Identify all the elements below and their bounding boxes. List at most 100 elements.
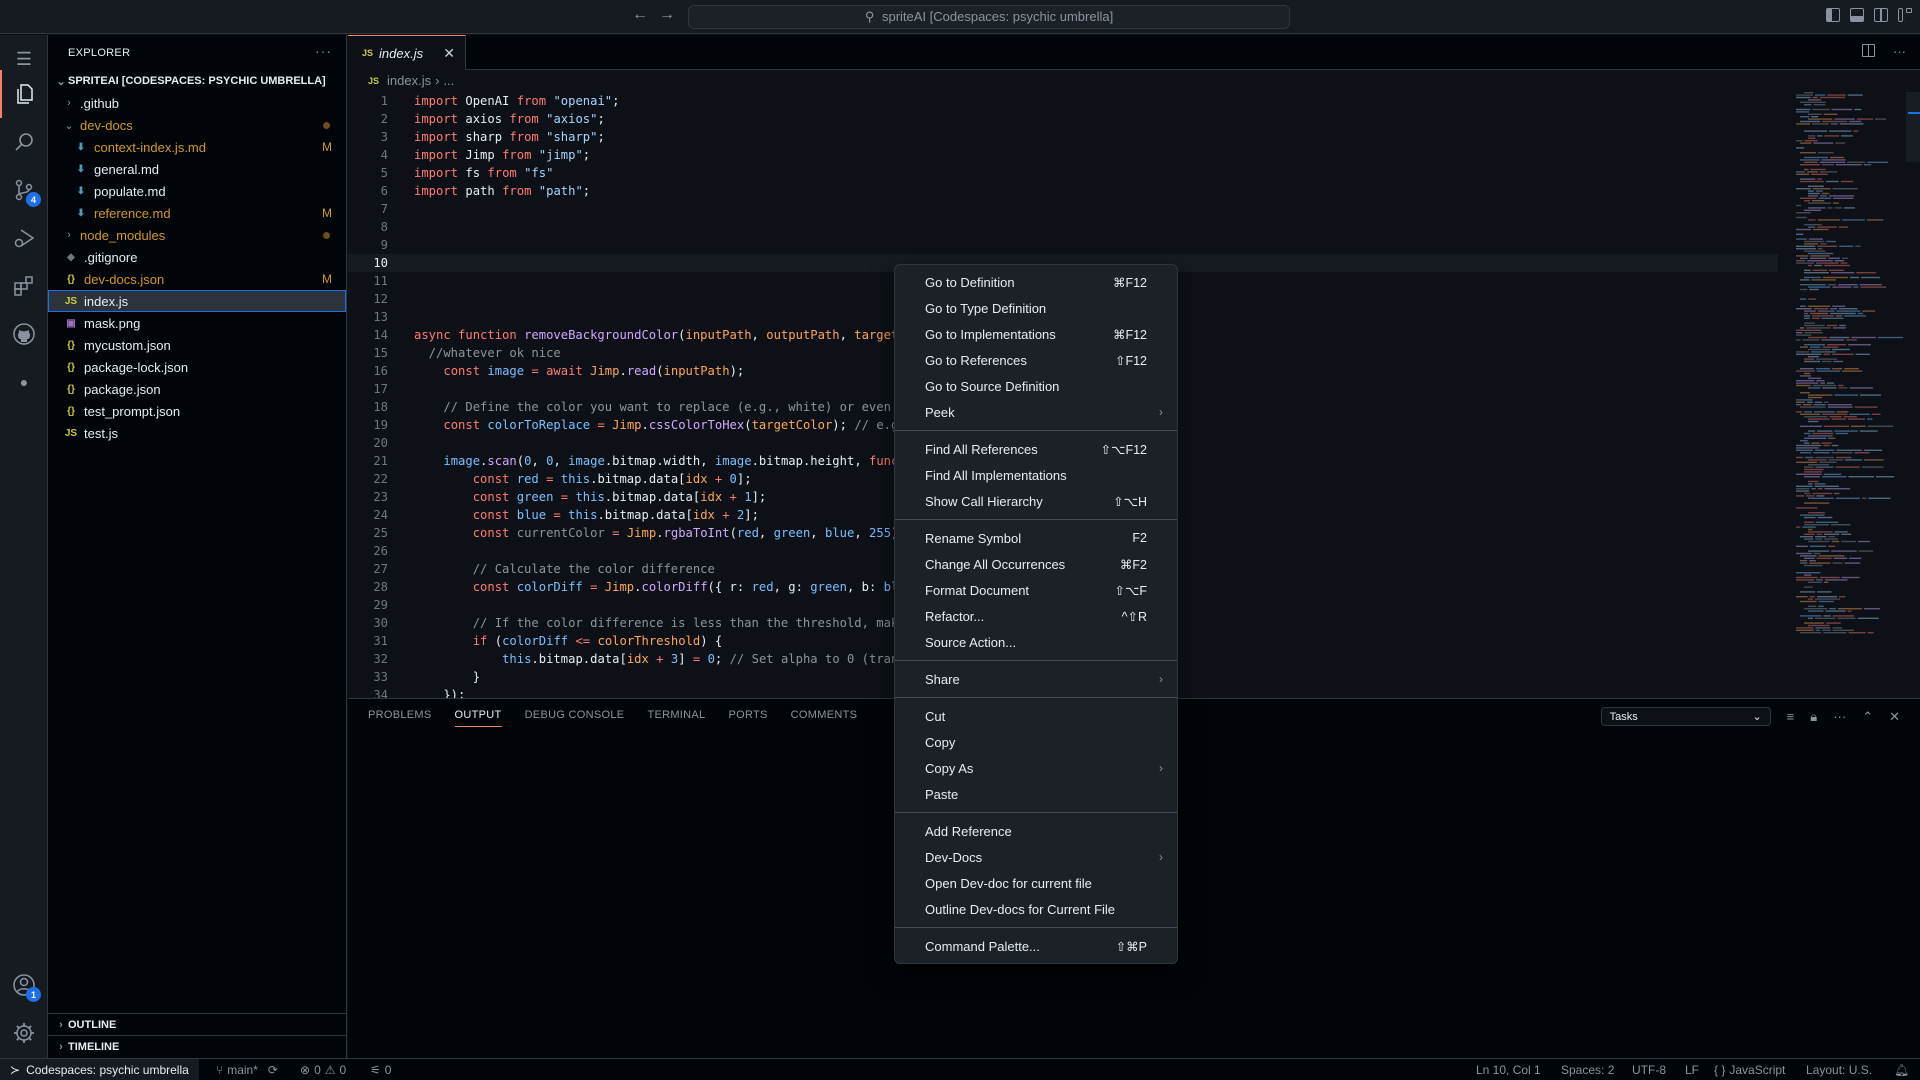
menu-item-refactor[interactable]: Refactor... ^⇧R bbox=[895, 603, 1177, 629]
timeline-section[interactable]: › TIMELINE bbox=[48, 1035, 347, 1057]
tree-file[interactable]: ⬇ context-index.js.md M bbox=[48, 136, 346, 158]
end-of-line[interactable]: LF bbox=[1685, 1059, 1699, 1080]
menu-item-find-all-implementations[interactable]: Find All Implementations bbox=[895, 462, 1177, 488]
tree-file[interactable]: ⬇ reference.md M bbox=[48, 202, 346, 224]
menu-item-find-all-references[interactable]: Find All References ⇧⌥F12 bbox=[895, 436, 1177, 462]
tree-file[interactable]: {} mycustom.json bbox=[48, 334, 346, 356]
panel-tab-terminal[interactable]: TERMINAL bbox=[647, 709, 705, 727]
customize-layout-icon[interactable] bbox=[1898, 8, 1912, 22]
explorer-more-actions-icon[interactable]: ··· bbox=[315, 43, 332, 59]
tree-file[interactable]: {} dev-docs.json M bbox=[48, 268, 346, 290]
forward-button[interactable]: → bbox=[659, 6, 675, 24]
tree-file[interactable]: ▣ mask.png bbox=[48, 312, 346, 334]
menu-item-add-reference[interactable]: Add Reference bbox=[895, 818, 1177, 844]
panel-tab-ports[interactable]: PORTS bbox=[728, 709, 767, 727]
activity-explorer[interactable] bbox=[0, 70, 48, 118]
activity-github[interactable] bbox=[0, 310, 48, 358]
tree-file[interactable]: {} package-lock.json bbox=[48, 356, 346, 378]
tree-file[interactable]: JS test.js bbox=[48, 422, 346, 444]
activity-search[interactable] bbox=[0, 118, 48, 166]
maximize-panel-icon[interactable]: ⌃ bbox=[1862, 709, 1873, 725]
breadcrumb-file[interactable]: index.js bbox=[387, 73, 431, 88]
problems-indicator[interactable]: ⊗ 0 ⚠ 0 bbox=[300, 1059, 346, 1080]
back-button[interactable]: ← bbox=[632, 6, 648, 24]
output-channel-select[interactable]: Tasks ⌄ bbox=[1600, 707, 1771, 726]
code-line[interactable]: 7 bbox=[348, 200, 1778, 218]
menu-item-rename-symbol[interactable]: Rename Symbol F2 bbox=[895, 525, 1177, 551]
activity-extensions[interactable] bbox=[0, 262, 48, 310]
menu-item-go-to-source-definition[interactable]: Go to Source Definition bbox=[895, 373, 1177, 399]
outline-section[interactable]: › OUTLINE bbox=[48, 1013, 347, 1035]
activity-dev-docs[interactable]: ● bbox=[0, 358, 48, 406]
activity-source-control[interactable]: 4 bbox=[0, 166, 48, 214]
menu-item-show-call-hierarchy[interactable]: Show Call Hierarchy ⇧⌥H bbox=[895, 488, 1177, 514]
cursor-position[interactable]: Ln 10, Col 1 bbox=[1476, 1059, 1541, 1080]
close-panel-icon[interactable]: ✕ bbox=[1889, 709, 1900, 725]
lock-icon[interactable]: 🔒︎ bbox=[1810, 709, 1817, 725]
code-line[interactable]: 3 import sharp from "sharp"; bbox=[348, 128, 1778, 146]
panel-tab-problems[interactable]: PROBLEMS bbox=[368, 709, 432, 727]
sync-icon[interactable]: ⟳ bbox=[268, 1063, 278, 1077]
menu-item-go-to-references[interactable]: Go to References ⇧F12 bbox=[895, 347, 1177, 373]
menu-item-dev-docs[interactable]: Dev-Docs › bbox=[895, 844, 1177, 870]
workspace-root[interactable]: ⌄ SPRITEAI [CODESPACES: PSYCHIC UMBRELLA… bbox=[48, 70, 346, 92]
manage-button[interactable] bbox=[0, 1009, 48, 1057]
panel-tab-debug-console[interactable]: DEBUG CONSOLE bbox=[525, 709, 625, 727]
panel-tab-output[interactable]: OUTPUT bbox=[454, 709, 502, 727]
code-line[interactable]: 1 import OpenAI from "openai"; bbox=[348, 92, 1778, 110]
menu-item-change-all-occurrences[interactable]: Change All Occurrences ⌘F2 bbox=[895, 551, 1177, 577]
menu-item-outline-dev-docs-for-current-file[interactable]: Outline Dev-docs for Current File bbox=[895, 896, 1177, 922]
branch-indicator[interactable]: ⑂ main* ⟳ bbox=[216, 1059, 278, 1080]
tree-file[interactable]: {} test_prompt.json bbox=[48, 400, 346, 422]
activity-run-debug[interactable] bbox=[0, 214, 48, 262]
code-line[interactable]: 9 bbox=[348, 236, 1778, 254]
minimap[interactable] bbox=[1792, 92, 1912, 652]
tree-file[interactable]: JS index.js bbox=[48, 290, 346, 312]
menu-item-command-palette[interactable]: Command Palette... ⇧⌘P bbox=[895, 933, 1177, 959]
menu-item-copy[interactable]: Copy bbox=[895, 729, 1177, 755]
tree-folder[interactable]: ⌄ dev-docs bbox=[48, 114, 346, 136]
tab-index-js[interactable]: JS index.js ✕ bbox=[348, 35, 466, 70]
menu-item-open-dev-doc-for-current-file[interactable]: Open Dev-doc for current file bbox=[895, 870, 1177, 896]
panel-tab-comments[interactable]: COMMENTS bbox=[791, 709, 858, 727]
code-line[interactable]: 5 import fs from "fs" bbox=[348, 164, 1778, 182]
menu-item-cut[interactable]: Cut bbox=[895, 703, 1177, 729]
menu-item-format-document[interactable]: Format Document ⇧⌥F bbox=[895, 577, 1177, 603]
close-icon[interactable]: ✕ bbox=[443, 45, 455, 62]
tree-folder[interactable]: › node_modules bbox=[48, 224, 346, 246]
notifications-button[interactable]: 🔔︎ bbox=[1894, 1059, 1909, 1080]
clear-output-icon[interactable]: ≡ bbox=[1787, 709, 1795, 724]
keyboard-layout[interactable]: Layout: U.S. bbox=[1806, 1059, 1872, 1080]
tree-folder[interactable]: › .github bbox=[48, 92, 346, 114]
split-editor-icon[interactable] bbox=[1862, 44, 1875, 57]
more-actions-icon[interactable]: ··· bbox=[1893, 44, 1906, 59]
code-line[interactable]: 6 import path from "path"; bbox=[348, 182, 1778, 200]
tree-file[interactable]: ◆ .gitignore bbox=[48, 246, 346, 268]
editor-scrollbar[interactable] bbox=[1906, 92, 1920, 162]
accounts-button[interactable]: 1 bbox=[0, 961, 48, 1009]
menu-item-peek[interactable]: Peek › bbox=[895, 399, 1177, 425]
ports-indicator[interactable]: ⚟ 0 bbox=[370, 1059, 391, 1080]
menu-item-source-action[interactable]: Source Action... bbox=[895, 629, 1177, 655]
tree-file[interactable]: ⬇ populate.md bbox=[48, 180, 346, 202]
menu-item-go-to-type-definition[interactable]: Go to Type Definition bbox=[895, 295, 1177, 321]
code-line[interactable]: 2 import axios from "axios"; bbox=[348, 110, 1778, 128]
code-line[interactable]: 8 bbox=[348, 218, 1778, 236]
command-center[interactable]: ⚲ spriteAI [Codespaces: psychic umbrella… bbox=[688, 5, 1290, 29]
menu-item-go-to-implementations[interactable]: Go to Implementations ⌘F12 bbox=[895, 321, 1177, 347]
menu-item-paste[interactable]: Paste bbox=[895, 781, 1177, 807]
breadcrumb-symbol[interactable]: ... bbox=[443, 73, 454, 88]
remote-indicator[interactable]: ≻ Codespaces: psychic umbrella bbox=[0, 1059, 199, 1080]
indentation[interactable]: Spaces: 2 bbox=[1561, 1059, 1614, 1080]
menu-item-share[interactable]: Share › bbox=[895, 666, 1177, 692]
tree-file[interactable]: {} package.json bbox=[48, 378, 346, 400]
tree-file[interactable]: ⬇ general.md bbox=[48, 158, 346, 180]
code-line[interactable]: 4 import Jimp from "jimp"; bbox=[348, 146, 1778, 164]
menu-item-copy-as[interactable]: Copy As › bbox=[895, 755, 1177, 781]
menu-item-go-to-definition[interactable]: Go to Definition ⌘F12 bbox=[895, 269, 1177, 295]
toggle-secondary-sidebar-icon[interactable] bbox=[1874, 8, 1888, 22]
encoding[interactable]: UTF-8 bbox=[1632, 1059, 1666, 1080]
toggle-primary-sidebar-icon[interactable] bbox=[1826, 8, 1840, 22]
language-mode[interactable]: { } JavaScript bbox=[1714, 1059, 1785, 1080]
toggle-panel-icon[interactable] bbox=[1850, 8, 1864, 22]
